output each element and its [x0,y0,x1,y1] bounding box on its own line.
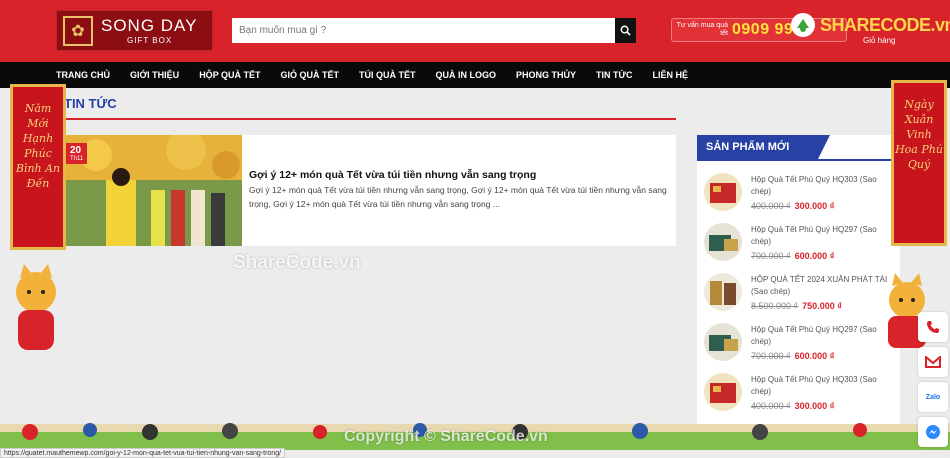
search-icon [620,25,631,36]
post-excerpt: Gợi ý 12+ món quà Tết vừa túi tiền nhưng… [249,185,667,209]
hotline-label: Tư vấn mua quà tết [676,22,728,37]
zalo-icon: Zalo [925,393,941,401]
product-name[interactable]: Hộp Quà Tết Phú Quý HQ297 (Sao chép) [751,224,896,248]
tet-banner-left: Năm Mới Hạnh Phúc Bình An Đến [10,84,66,250]
logo-tagline: GIFT BOX [127,35,173,45]
cart-label[interactable]: Giỏ hàng [863,36,895,45]
post-date-day: 20 [70,145,82,156]
product-old-price: 700.000 ₫ [751,351,791,361]
nav-item-news[interactable]: TIN TỨC [586,70,642,80]
call-button[interactable] [918,312,948,342]
sharecode-icon [791,13,815,37]
tet-banner-right-text: Ngày Xuân Vinh Hoa Phú Quý [895,98,943,171]
section-title: TIN TỨC [64,96,117,111]
product-image [704,223,742,261]
product-item[interactable]: Hộp Quà Tết Phú Quý HQ297 (Sao chép) 700… [697,321,900,371]
site-logo[interactable]: ✿ SONG DAY GIFT BOX [56,10,213,51]
product-image [704,373,742,411]
product-prices: 700.000 ₫ 600.000 ₫ [751,251,834,261]
email-button[interactable] [918,347,948,377]
copyright-text: Copyright © ShareCode.vn [344,428,548,445]
product-old-price: 700.000 ₫ [751,251,791,261]
product-name[interactable]: Hộp Quà Tết Phú Quý HQ303 (Sao chép) [751,174,896,198]
product-name[interactable]: Hộp Quà Tết Phú Quý HQ303 (Sao chép) [751,374,896,398]
post-date-month: Th11 [70,156,84,162]
product-new-price: 600.000 ₫ [794,251,835,261]
sharecode-overlay-logo: SHARECODE.vn [790,12,950,38]
product-new-price: 600.000 ₫ [794,351,835,361]
product-image [704,323,742,361]
product-image [704,173,742,211]
product-new-price: 300.000 ₫ [794,201,835,211]
product-thumbnail[interactable] [704,173,742,211]
search-bar [232,18,636,43]
cat-mascot-left-icon [16,264,56,350]
nav-item-tet-baskets[interactable]: GIỎ QUÀ TẾT [271,70,350,80]
product-name[interactable]: HỘP QUÀ TẾT 2024 XUÂN PHÁT TÀI (Sao chép… [751,274,896,298]
site-header: ✿ SONG DAY GIFT BOX Tư vấn mua quà tết 0… [0,0,950,62]
nav-item-home[interactable]: TRANG CHỦ [46,70,120,80]
product-prices: 8.500.000 ₫ 750.000 ₫ [751,301,842,311]
phone-icon [927,321,939,333]
product-item[interactable]: Hộp Quà Tết Phú Quý HQ297 (Sao chép) 700… [697,221,900,271]
nav-item-tet-boxes[interactable]: HỘP QUÀ TẾT [189,70,270,80]
zalo-button[interactable]: Zalo [918,382,948,412]
sidebar-title: SẢN PHẨM MỚI [706,141,790,153]
product-item[interactable]: HỘP QUÀ TẾT 2024 XUÂN PHÁT TÀI (Sao chép… [697,271,900,321]
post-thumbnail[interactable]: 20 Th11 [66,135,242,246]
sharecode-suffix: .vn [930,14,950,35]
product-image [704,273,742,311]
search-input[interactable] [232,18,615,43]
messenger-icon [926,425,940,439]
nav-item-logo-gifts[interactable]: QUÀ IN LOGO [426,70,507,80]
sidebar-divider [697,159,900,161]
gmail-icon [925,356,941,368]
contact-floating-bar: Zalo [918,312,950,452]
nav-item-about[interactable]: GIỚI THIỆU [120,70,189,80]
section-divider [12,118,676,120]
product-prices: 700.000 ₫ 600.000 ₫ [751,351,834,361]
post-thumbnail-image [66,135,242,246]
nav-item-contact[interactable]: LIÊN HỆ [643,70,699,80]
sidebar-header: SẢN PHẨM MỚI [697,135,830,159]
main-nav: TRANG CHỦ GIỚI THIỆU HỘP QUÀ TẾT GIỎ QUÀ… [0,62,950,88]
watermark-text: ShareCode.vn [233,252,361,273]
logo-emblem-icon: ✿ [63,15,93,46]
product-new-price: 750.000 ₫ [802,301,842,311]
tet-banner-right: Ngày Xuân Vinh Hoa Phú Quý [891,80,947,246]
product-thumbnail[interactable] [704,323,742,361]
post-card[interactable]: 20 Th11 Gợi ý 12+ món quà Tết vừa túi ti… [66,135,676,246]
product-old-price: 400.000 ₫ [751,201,791,211]
post-date-badge: 20 Th11 [66,143,88,164]
logo-name: SONG DAY [101,15,198,35]
product-old-price: 8.500.000 ₫ [751,301,799,311]
tet-banner-left-text: Năm Mới Hạnh Phúc Bình An Đến [15,102,61,190]
nav-item-feng-shui[interactable]: PHONG THỦY [506,70,586,80]
product-item[interactable]: Hộp Quà Tết Phú Quý HQ303 (Sao chép) 400… [697,171,900,221]
product-name[interactable]: Hộp Quà Tết Phú Quý HQ297 (Sao chép) [751,324,896,348]
messenger-button[interactable] [918,417,948,447]
sharecode-text: SHARECODE.vn [820,15,950,36]
product-thumbnail[interactable] [704,373,742,411]
post-title[interactable]: Gợi ý 12+ món quà Tết vừa túi tiền nhưng… [249,169,536,181]
new-products-sidebar: SẢN PHẨM MỚI Hộp Quà Tết Phú Quý HQ303 (… [697,135,900,425]
nav-item-tet-bags[interactable]: TÚI QUÀ TẾT [349,70,426,80]
product-thumbnail[interactable] [704,223,742,261]
search-button[interactable] [615,18,636,43]
product-prices: 400.000 ₫ 300.000 ₫ [751,201,834,211]
status-bar-url: https://quatet.mauthemewp.com/goi-y-12-m… [0,448,286,458]
sharecode-name: SHARECODE [820,14,931,35]
product-thumbnail[interactable] [704,273,742,311]
